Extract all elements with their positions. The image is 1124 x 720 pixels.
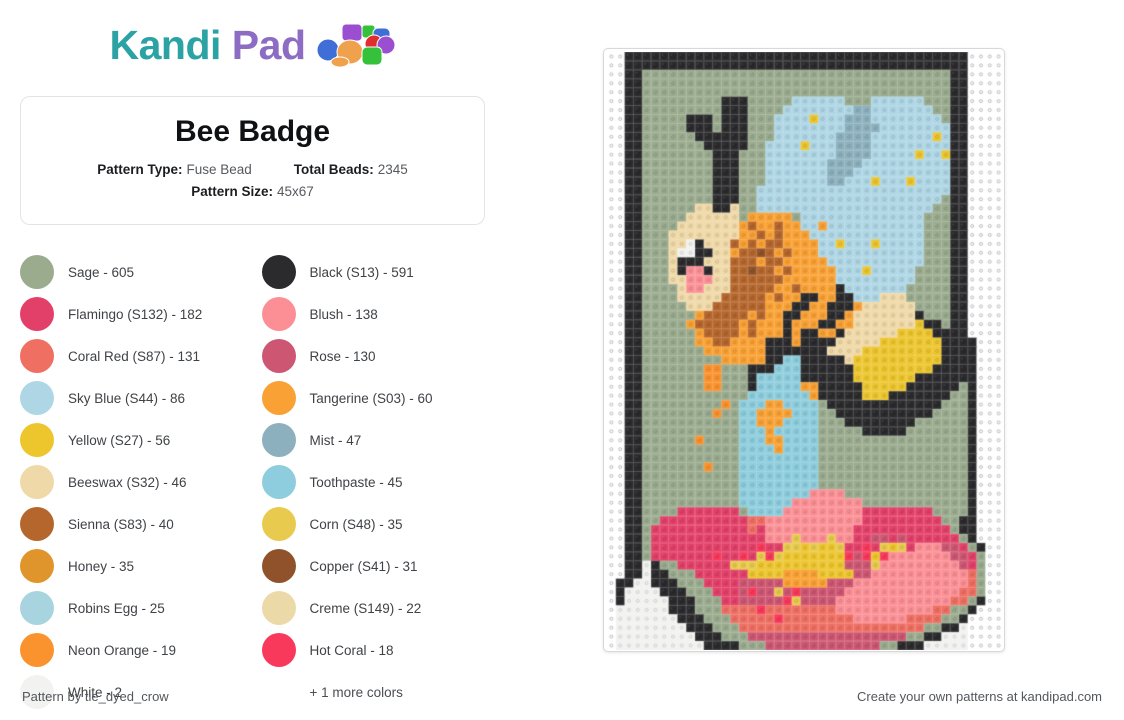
color-swatch [20,423,54,457]
logo-pad-word: Pad [231,21,306,68]
legend-item[interactable]: Sienna (S83) - 40 [20,503,244,545]
color-legend-column-right: Black (S13) - 591 Blush - 138 Rose - 130 Ta… [261,251,486,713]
beads-cluster-icon [316,23,396,68]
bead-grid[interactable] [607,52,1003,650]
total-beads-label: Total Beads: [293,162,374,177]
pattern-size-field: Pattern Size: 45x67 [191,184,314,199]
legend-item-label: Hot Coral - 18 [309,642,394,658]
legend-item[interactable]: Neon Orange - 19 [20,629,244,671]
site-logo[interactable]: Kandi Pad [20,14,485,76]
color-swatch [261,633,296,667]
pattern-author-credit: Pattern by tie_dyed_crow [22,689,169,704]
legend-item-label: Sage - 605 [68,264,135,280]
color-swatch [20,465,54,499]
legend-item[interactable]: Coral Red (S87) - 131 [20,335,244,377]
legend-item[interactable]: Black (S13) - 591 [261,251,486,293]
pattern-preview-panel[interactable] [603,48,1005,652]
legend-item-label: Toothpaste - 45 [309,474,403,490]
legend-item-label: Yellow (S27) - 56 [68,432,171,448]
color-swatch [261,255,296,289]
legend-item[interactable]: Robins Egg - 25 [20,587,244,629]
legend-item[interactable]: Rose - 130 [261,335,486,377]
left-column: Kandi Pad Bee Badge Pattern Type: Fuse B… [20,14,485,713]
legend-item[interactable]: Sky Blue (S44) - 86 [20,377,244,419]
color-swatch [20,591,54,625]
color-swatch [261,381,296,415]
pattern-meta-row-2: Pattern Size: 45x67 [39,184,466,199]
page-title: Bee Badge [174,115,331,148]
legend-item-label: Coral Red (S87) - 131 [68,348,201,364]
legend-item[interactable]: Corn (S48) - 35 [261,503,486,545]
color-swatch [261,507,296,541]
legend-item-label: Robins Egg - 25 [68,600,165,616]
kandi-pad-pattern-page: Kandi Pad Bee Badge Pattern Type: Fuse B… [0,0,1124,720]
legend-item[interactable]: Tangerine (S03) - 60 [261,377,486,419]
legend-item[interactable]: Toothpaste - 45 [261,461,486,503]
bead-grid-canvas[interactable] [607,52,1003,650]
legend-item-label: Neon Orange - 19 [68,642,177,658]
color-swatch [20,339,54,373]
color-swatch [261,339,296,373]
legend-item-label: Rose - 130 [309,348,376,364]
legend-item[interactable]: Mist - 47 [261,419,486,461]
color-swatch [20,549,54,583]
site-promo-text: Create your own patterns at kandipad.com [857,689,1102,704]
color-swatch [20,381,54,415]
pattern-size-label: Pattern Size: [191,184,273,199]
legend-item-label: Beeswax (S32) - 46 [68,474,187,490]
pattern-size-value: 45x67 [276,184,314,199]
color-swatch [20,297,54,331]
legend-item-label: Flamingo (S132) - 182 [68,306,203,322]
legend-item-label: Creme (S149) - 22 [309,600,422,616]
legend-item-label: Corn (S48) - 35 [309,516,403,532]
logo-pad-text [221,22,232,68]
legend-item-label: Sky Blue (S44) - 86 [68,390,186,406]
legend-item-label: Black (S13) - 591 [309,264,414,280]
legend-item[interactable]: Honey - 35 [20,545,244,587]
color-legend-column-left: Sage - 605 Flamingo (S132) - 182 Coral Red… [20,251,244,713]
color-swatch [261,423,296,457]
pattern-type-value: Fuse Bead [186,162,252,177]
pattern-type-field: Pattern Type: Fuse Bead [97,162,252,177]
logo-wordmark: Kandi Pad [109,21,306,68]
pattern-info-card: Bee Badge Pattern Type: Fuse Bead Total B… [20,96,485,225]
total-beads-field: Total Beads: 2345 [294,162,408,177]
color-swatch [261,591,296,625]
legend-item-label: Blush - 138 [309,306,378,322]
more-colors-note[interactable]: + 1 more colors [262,671,486,713]
legend-item[interactable]: Creme (S149) - 22 [261,587,486,629]
logo-kandi-text: Kandi [109,21,221,68]
legend-item[interactable]: Blush - 138 [261,293,486,335]
legend-item[interactable]: Copper (S41) - 31 [261,545,486,587]
legend-item[interactable]: Beeswax (S32) - 46 [20,461,244,503]
color-swatch [261,549,296,583]
color-swatch [261,297,296,331]
color-swatch [20,255,54,289]
total-beads-value: 2345 [377,162,408,177]
legend-item-label: Honey - 35 [68,558,135,574]
color-legend: Sage - 605 Flamingo (S132) - 182 Coral Red… [20,251,485,713]
legend-item-label: Tangerine (S03) - 60 [309,390,433,406]
legend-item-label: Copper (S41) - 31 [309,558,418,574]
legend-item-label: Mist - 47 [309,432,362,448]
legend-item[interactable]: Sage - 605 [20,251,244,293]
legend-item[interactable]: Flamingo (S132) - 182 [20,293,244,335]
legend-item[interactable]: Hot Coral - 18 [261,629,486,671]
color-swatch [20,633,54,667]
pattern-type-label: Pattern Type: [97,162,183,177]
pattern-meta-row-1: Pattern Type: Fuse Bead Total Beads: 2345 [39,162,466,177]
legend-item-label: Sienna (S83) - 40 [68,516,174,532]
color-swatch [261,465,296,499]
color-swatch [20,507,54,541]
legend-item[interactable]: Yellow (S27) - 56 [20,419,244,461]
